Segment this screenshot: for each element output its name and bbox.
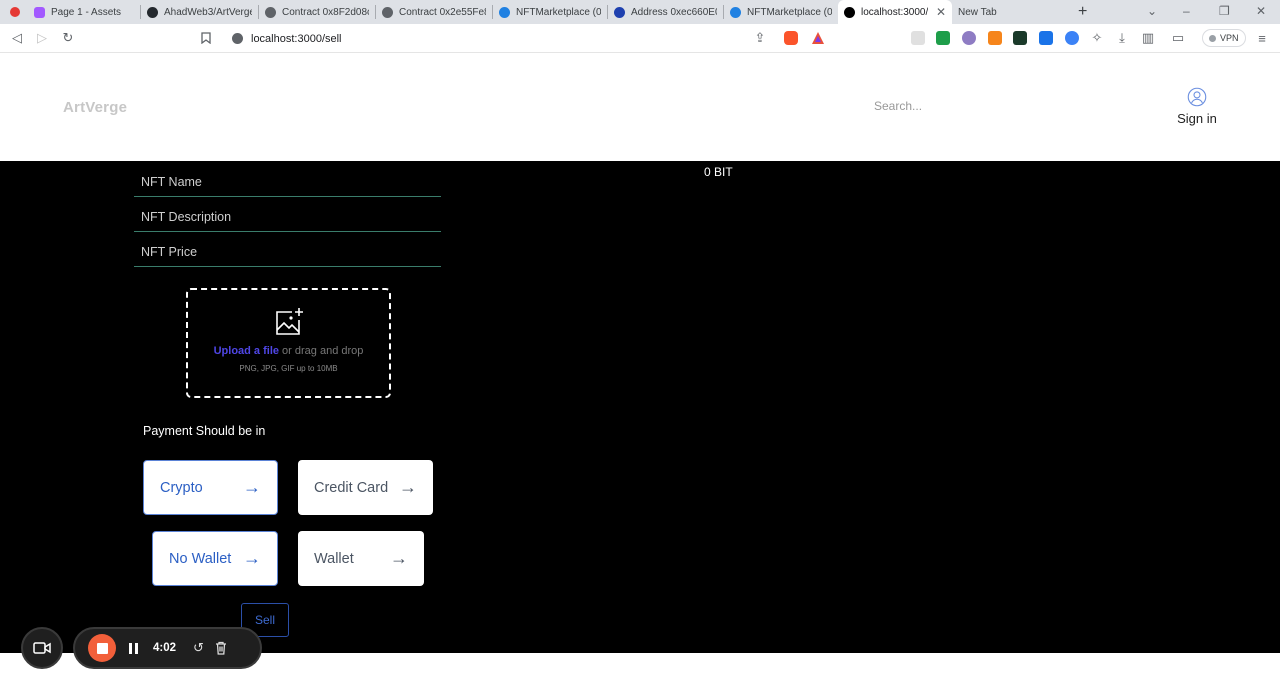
bookmark-icon[interactable] xyxy=(198,30,214,46)
app-header: ArtVerge Sign in xyxy=(0,53,1280,161)
browser-tab[interactable]: Contract 0x8F2d08c xyxy=(259,0,375,24)
extension-icon[interactable] xyxy=(1065,31,1079,45)
browser-tab[interactable]: NFTMarketplace (0x xyxy=(493,0,607,24)
vpn-status-icon xyxy=(1209,34,1216,42)
balance-display: 0 BIT xyxy=(704,165,733,179)
recorder-control-bar: 4:02 ↺ xyxy=(73,627,262,669)
brave-rewards-icon[interactable] xyxy=(811,31,825,45)
wallet-icon[interactable]: ▭ xyxy=(1170,30,1186,46)
extension-icon[interactable] xyxy=(1013,31,1027,45)
opensea-icon xyxy=(730,6,741,18)
arrow-right-icon: → xyxy=(243,477,261,497)
browser-tab[interactable]: NFTMarketplace (0x xyxy=(724,0,838,24)
nft-price-input[interactable] xyxy=(134,237,441,267)
nft-name-input[interactable] xyxy=(134,167,441,197)
search-input[interactable] xyxy=(874,99,994,113)
back-icon[interactable]: ◁ xyxy=(9,30,25,46)
browser-tab[interactable]: AhadWeb3/ArtVerge xyxy=(141,0,258,24)
browser-toolbar: ◁ ▷ ↻ localhost:3000/sell ⇪ ✧ ⤓ ▥ ▭ VPN … xyxy=(0,24,1280,53)
browser-tab[interactable]: Contract 0x2e55Fe8 xyxy=(376,0,492,24)
extension-icon[interactable] xyxy=(911,31,925,45)
close-window-icon[interactable]: ✕ xyxy=(1256,4,1266,18)
extension-icon[interactable] xyxy=(962,31,976,45)
tab-search-chevron-icon[interactable]: ⌄ xyxy=(1147,4,1157,18)
extension-icon[interactable] xyxy=(1039,31,1053,45)
wallet-option-button[interactable]: Wallet → xyxy=(298,531,424,586)
share-icon[interactable]: ⇪ xyxy=(752,30,768,46)
payment-label: Payment Should be in xyxy=(143,424,266,438)
vercel-icon xyxy=(844,6,855,18)
browser-tab-strip: Page 1 - Assets AhadWeb3/ArtVerge Contra… xyxy=(0,0,1280,24)
brave-shield-icon[interactable] xyxy=(784,31,798,45)
file-dropzone[interactable]: Upload a file or drag and drop PNG, JPG,… xyxy=(186,288,391,398)
trash-icon[interactable] xyxy=(215,641,227,655)
logo[interactable]: ArtVerge xyxy=(63,99,127,116)
arrow-right-icon: → xyxy=(390,548,408,568)
browser-tab-active[interactable]: localhost:3000/ ✕ xyxy=(838,0,952,24)
no-wallet-option-button[interactable]: No Wallet → xyxy=(152,531,278,586)
etherscan-icon xyxy=(265,6,276,18)
github-icon xyxy=(147,6,158,18)
figma-icon xyxy=(34,6,45,18)
credit-card-option-button[interactable]: Credit Card → xyxy=(298,460,433,515)
etherscan-icon xyxy=(382,6,393,18)
minimize-icon[interactable]: – xyxy=(1183,4,1190,18)
recording-timer: 4:02 xyxy=(153,642,177,654)
site-info-icon[interactable] xyxy=(232,33,243,44)
arrow-right-icon: → xyxy=(243,548,261,568)
image-upload-icon xyxy=(275,308,303,335)
address-bar[interactable]: localhost:3000/sell xyxy=(222,27,832,50)
extension-icon[interactable] xyxy=(936,31,950,45)
drag-drop-text: or drag and drop xyxy=(279,345,364,357)
sell-form-panel: 0 BIT Upload a file or drag and drop PNG… xyxy=(0,161,1280,653)
restart-icon[interactable]: ↺ xyxy=(193,640,204,656)
pause-recording-button[interactable] xyxy=(129,642,138,654)
browser-tab[interactable]: Page 1 - Assets xyxy=(28,0,140,24)
menu-icon[interactable]: ≡ xyxy=(1254,30,1270,46)
sidebar-icon[interactable]: ▥ xyxy=(1140,30,1156,46)
reload-icon[interactable]: ↻ xyxy=(60,30,76,46)
forward-icon[interactable]: ▷ xyxy=(34,30,50,46)
browser-tab[interactable]: New Tab xyxy=(952,0,1072,24)
maximize-icon[interactable]: ❐ xyxy=(1219,4,1230,18)
browser-tab[interactable]: Address 0xec660E0e xyxy=(608,0,723,24)
vpn-button[interactable]: VPN xyxy=(1202,29,1246,47)
metamask-icon[interactable] xyxy=(988,31,1002,45)
opensea-icon xyxy=(499,6,510,18)
downloads-icon[interactable]: ⤓ xyxy=(1114,30,1130,46)
user-icon xyxy=(1187,87,1207,107)
arrow-right-icon: → xyxy=(399,477,417,497)
sign-in-label: Sign in xyxy=(1177,111,1217,126)
explorer-icon xyxy=(614,6,625,18)
record-indicator-icon xyxy=(10,7,20,17)
address-url[interactable]: localhost:3000/sell xyxy=(251,33,342,45)
camera-icon xyxy=(33,642,51,654)
nft-description-input[interactable] xyxy=(134,202,441,232)
stop-icon xyxy=(96,642,108,654)
extensions-puzzle-icon[interactable]: ✧ xyxy=(1089,30,1105,46)
close-tab-icon[interactable]: ✕ xyxy=(930,5,946,19)
recorder-camera-button[interactable] xyxy=(21,627,63,669)
stop-recording-button[interactable] xyxy=(88,634,116,662)
file-type-hint: PNG, JPG, GIF up to 10MB xyxy=(239,364,338,373)
crypto-option-button[interactable]: Crypto → xyxy=(143,460,278,515)
new-tab-plus-icon[interactable]: + xyxy=(1078,3,1087,21)
upload-file-link[interactable]: Upload a file xyxy=(214,345,279,357)
sign-in-button[interactable]: Sign in xyxy=(1172,87,1222,126)
